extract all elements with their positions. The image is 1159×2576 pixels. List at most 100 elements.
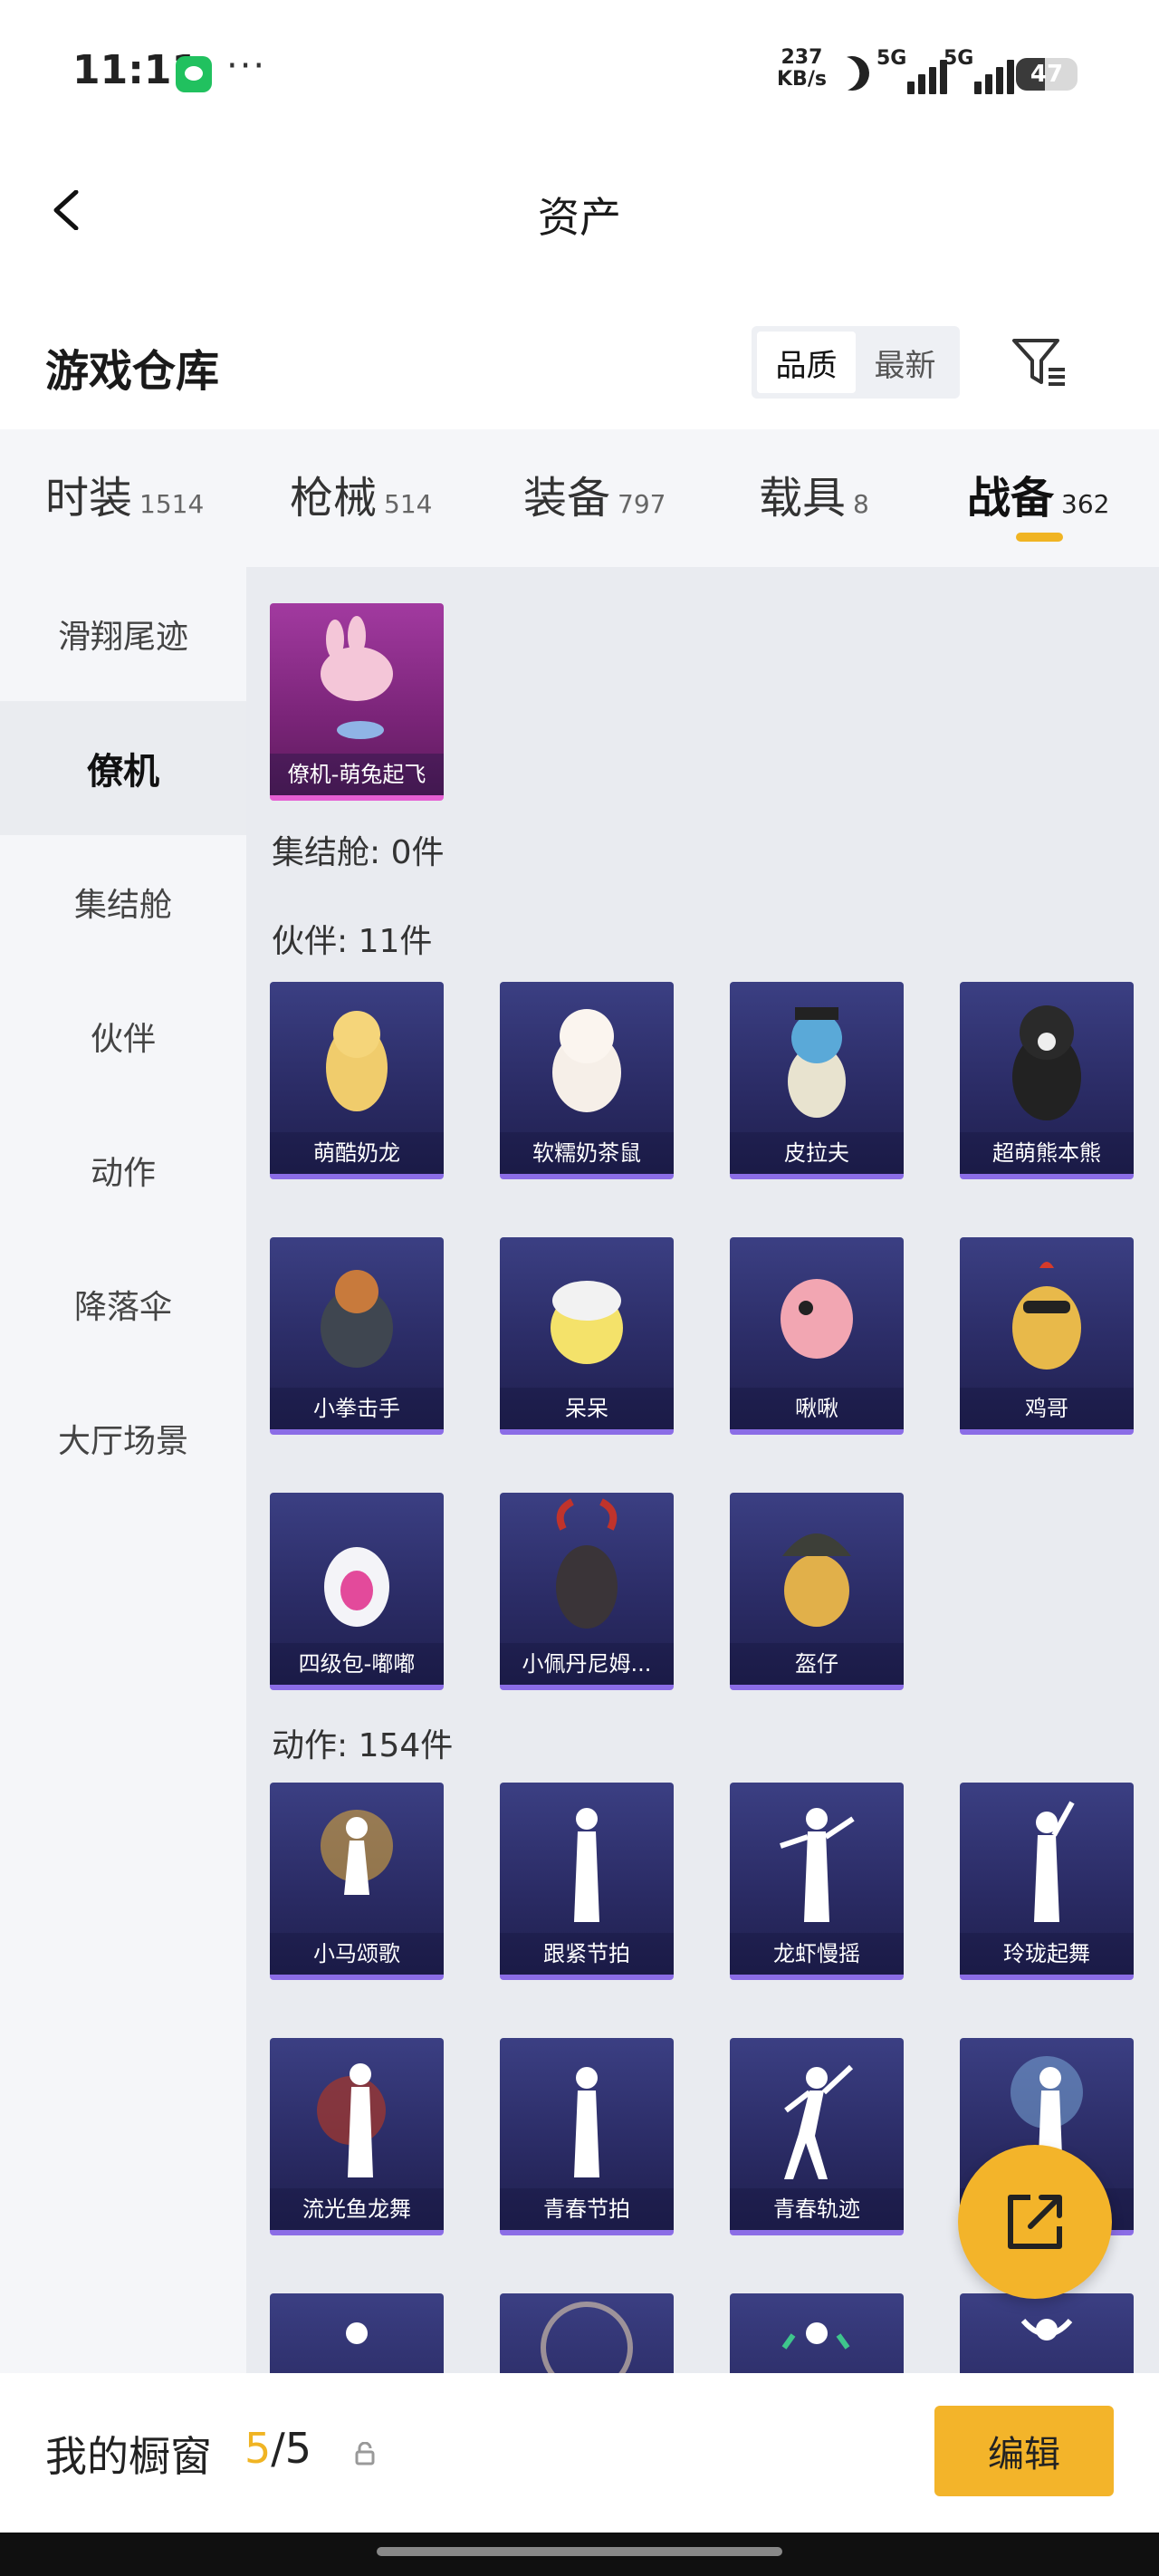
item-card[interactable]: 小佩丹尼姆... bbox=[500, 1493, 674, 1690]
sidebar-item-assembly-pod[interactable]: 集结舱 bbox=[0, 835, 246, 969]
signal-label: 5G bbox=[943, 47, 974, 70]
nav-bar: 资产 bbox=[0, 145, 1159, 281]
character-icon bbox=[788, 1007, 846, 1118]
sidebar-item-partner[interactable]: 伙伴 bbox=[0, 969, 246, 1103]
active-tab-indicator bbox=[1016, 533, 1063, 542]
item-card[interactable]: 龙虾慢摇 bbox=[730, 1783, 904, 1980]
item-name: 啾啾 bbox=[730, 1388, 904, 1429]
share-icon bbox=[1008, 2195, 1062, 2249]
item-card[interactable]: 玲珑起舞 bbox=[960, 1783, 1134, 1980]
sort-toggle: 品质 最新 bbox=[752, 326, 960, 399]
item-name: 呆呆 bbox=[500, 1388, 674, 1429]
category-tabs: 时装 1514 枪械 514 装备 797 载具 8 战备 362 bbox=[0, 429, 1159, 567]
item-card[interactable]: 小马颂歌 bbox=[270, 1783, 444, 1980]
character-icon bbox=[1012, 1262, 1081, 1370]
more-icon: ··· bbox=[226, 45, 267, 87]
item-name: 小马颂歌 bbox=[270, 1933, 444, 1975]
lock-icon bbox=[355, 2442, 375, 2465]
home-indicator[interactable] bbox=[377, 2547, 782, 2556]
item-card[interactable] bbox=[270, 2293, 444, 2373]
item-grid-area[interactable]: 僚机-萌兔起飞 集结舱: 0件 伙伴: 11件 萌酷奶龙 软糯奶茶鼠 皮拉夫 超… bbox=[246, 567, 1159, 2373]
item-card[interactable]: 僚机-萌兔起飞 bbox=[270, 603, 444, 801]
signal-icon: 5G bbox=[876, 47, 947, 94]
item-name: 流光鱼龙舞 bbox=[270, 2188, 444, 2230]
item-card[interactable]: 软糯奶茶鼠 bbox=[500, 982, 674, 1179]
sidebar-item-wingman[interactable]: 僚机 bbox=[0, 701, 246, 835]
item-card[interactable]: 超萌熊本熊 bbox=[960, 982, 1134, 1179]
item-name: 萌酷奶龙 bbox=[270, 1132, 444, 1174]
character-icon bbox=[324, 1547, 389, 1627]
character-icon bbox=[551, 1281, 623, 1364]
signal-label: 5G bbox=[876, 47, 907, 70]
dancer-icon bbox=[541, 2302, 633, 2373]
battery-icon: 47 bbox=[1016, 58, 1078, 91]
item-name: 小佩丹尼姆... bbox=[500, 1643, 674, 1685]
dancer-icon bbox=[346, 2322, 368, 2344]
dancer-icon bbox=[781, 2322, 850, 2350]
dancer-icon bbox=[574, 1808, 599, 1922]
dancer-icon bbox=[1020, 2318, 1073, 2341]
item-name: 鸡哥 bbox=[960, 1388, 1134, 1429]
tab-combat-gear[interactable]: 战备 362 bbox=[967, 462, 1109, 525]
bunny-icon bbox=[321, 616, 393, 739]
tab-equipment[interactable]: 装备 797 bbox=[523, 462, 666, 525]
warehouse-header: 游戏仓库 品质 最新 bbox=[0, 299, 1159, 426]
item-name: 玲珑起舞 bbox=[960, 1933, 1134, 1975]
item-name: 龙虾慢摇 bbox=[730, 1933, 904, 1975]
warehouse-title: 游戏仓库 bbox=[45, 346, 220, 397]
item-card[interactable]: 啾啾 bbox=[730, 1237, 904, 1435]
item-card[interactable] bbox=[500, 2293, 674, 2373]
sidebar: 滑翔尾迹 僚机 集结舱 伙伴 动作 降落伞 大厅场景 bbox=[0, 567, 246, 2373]
status-bar: 11:11 ··· 237 KB/s 5G 5G 47 bbox=[0, 0, 1159, 145]
item-card[interactable]: 流光鱼龙舞 bbox=[270, 2038, 444, 2235]
item-card[interactable]: 四级包-嘟嘟 bbox=[270, 1493, 444, 1690]
showcase-label: 我的橱窗 bbox=[45, 2432, 212, 2481]
item-card[interactable]: 盔仔 bbox=[730, 1493, 904, 1690]
sort-quality-button[interactable]: 品质 bbox=[757, 332, 856, 393]
tab-count: 1514 bbox=[139, 489, 205, 519]
section-label-assembly: 集结舱: 0件 bbox=[272, 834, 445, 871]
dancer-icon bbox=[321, 1810, 393, 1895]
item-name: 软糯奶茶鼠 bbox=[500, 1132, 674, 1174]
dancer-icon bbox=[317, 2063, 386, 2177]
edit-button[interactable]: 编辑 bbox=[934, 2406, 1114, 2496]
character-icon bbox=[1012, 1005, 1081, 1120]
item-card[interactable]: 皮拉夫 bbox=[730, 982, 904, 1179]
sidebar-item-action[interactable]: 动作 bbox=[0, 1103, 246, 1237]
item-card[interactable] bbox=[960, 2293, 1134, 2373]
item-card[interactable]: 跟紧节拍 bbox=[500, 1783, 674, 1980]
item-name: 皮拉夫 bbox=[730, 1132, 904, 1174]
item-name: 四级包-嘟嘟 bbox=[270, 1643, 444, 1685]
item-card[interactable] bbox=[730, 2293, 904, 2373]
character-icon bbox=[552, 1009, 621, 1112]
item-name: 僚机-萌兔起飞 bbox=[270, 754, 444, 795]
dancer-icon bbox=[574, 2067, 599, 2177]
share-button[interactable] bbox=[958, 2145, 1112, 2299]
character-icon bbox=[326, 1011, 388, 1111]
sidebar-item-glide-trail[interactable]: 滑翔尾迹 bbox=[0, 567, 246, 701]
filter-icon[interactable] bbox=[1011, 335, 1068, 389]
item-card[interactable]: 青春节拍 bbox=[500, 2038, 674, 2235]
tab-name: 时装 bbox=[45, 473, 133, 524]
character-icon bbox=[781, 1279, 853, 1359]
system-nav-bar bbox=[0, 2533, 1159, 2576]
sidebar-item-lobby-scene[interactable]: 大厅场景 bbox=[0, 1371, 246, 1505]
showcase-current: 5 bbox=[244, 2424, 272, 2473]
sidebar-item-parachute[interactable]: 降落伞 bbox=[0, 1237, 246, 1371]
tab-fashion[interactable]: 时装 1514 bbox=[45, 462, 204, 525]
signal-icon: 5G bbox=[943, 47, 1014, 94]
moon-icon bbox=[830, 52, 875, 96]
item-card[interactable]: 鸡哥 bbox=[960, 1237, 1134, 1435]
tab-vehicles[interactable]: 载具 8 bbox=[759, 462, 869, 525]
item-name: 青春节拍 bbox=[500, 2188, 674, 2230]
item-card[interactable]: 萌酷奶龙 bbox=[270, 982, 444, 1179]
sort-latest-button[interactable]: 最新 bbox=[856, 332, 954, 393]
tab-weapons[interactable]: 枪械 514 bbox=[290, 462, 432, 525]
item-card[interactable]: 小拳击手 bbox=[270, 1237, 444, 1435]
section-label-action: 动作: 154件 bbox=[272, 1727, 454, 1764]
dancer-icon bbox=[1034, 1801, 1075, 1922]
section-label-partner: 伙伴: 11件 bbox=[272, 923, 433, 960]
item-card[interactable]: 青春轨迹 bbox=[730, 2038, 904, 2235]
network-speed-value: 237 bbox=[781, 46, 823, 69]
item-card[interactable]: 呆呆 bbox=[500, 1237, 674, 1435]
